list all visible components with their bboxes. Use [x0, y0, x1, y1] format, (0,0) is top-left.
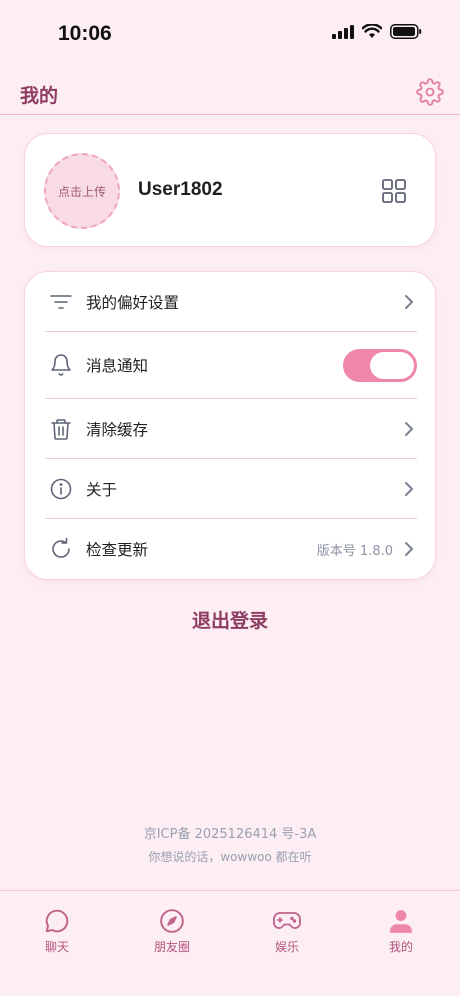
tab-chat[interactable]: 聊天 [17, 907, 97, 955]
tab-moments[interactable]: 朋友圈 [132, 907, 212, 955]
settings-item-notifications: 消息通知 [45, 332, 417, 399]
chevron-right-icon [401, 541, 417, 557]
chevron-right-icon [401, 481, 417, 497]
notifications-toggle[interactable] [343, 348, 417, 382]
settings-item-label: 我的偏好设置 [86, 293, 180, 312]
status-icons [332, 23, 422, 43]
icp-license-text: 京ICP备 2025126414 号-3A [143, 827, 317, 842]
battery-icon [390, 24, 422, 43]
grid-icon [382, 179, 406, 203]
tab-label: 聊天 [44, 940, 69, 954]
chevron-right-icon [401, 294, 417, 310]
username: User1802 [138, 179, 223, 200]
settings-item-label: 清除缓存 [86, 420, 149, 439]
person-icon [387, 907, 415, 935]
tab-label: 娱乐 [274, 940, 299, 954]
status-time: 10:06 [58, 22, 112, 45]
gamepad-icon [273, 907, 301, 935]
qr-code-button[interactable] [381, 178, 407, 204]
version-value: 版本号 1.8.0 [316, 543, 393, 559]
tab-me[interactable]: 我的 [361, 907, 441, 955]
refresh-icon [49, 537, 73, 561]
profile-card: 点击上传 User1802 [24, 133, 436, 247]
compass-icon [158, 907, 186, 935]
settings-button[interactable] [416, 78, 444, 106]
tab-label: 朋友圈 [153, 940, 190, 954]
settings-item-check-update[interactable]: 检查更新 版本号 1.8.0 [45, 519, 417, 579]
settings-item-label: 消息通知 [86, 357, 149, 375]
cellular-signal-icon [332, 24, 354, 43]
bell-icon [49, 353, 73, 377]
settings-item-preferences[interactable]: 我的偏好设置 [45, 272, 417, 332]
wifi-icon [361, 23, 383, 43]
status-bar: 10:06 [0, 0, 460, 68]
settings-item-about[interactable]: 关于 [45, 459, 417, 519]
filter-icon [49, 290, 73, 314]
settings-card: 我的偏好设置 消息通知 清除缓存 关于 检查更新 版本号 1.8.0 [24, 271, 436, 580]
gear-icon [416, 78, 444, 106]
tab-entertainment[interactable]: 娱乐 [247, 907, 327, 955]
header: 我的 [0, 68, 460, 115]
page-title: 我的 [20, 85, 59, 107]
settings-item-clear-cache[interactable]: 清除缓存 [45, 399, 417, 459]
footer-tagline: 你想说的话，wowwoo 都在听 [148, 850, 312, 864]
avatar-upload-label: 点击上传 [57, 184, 106, 199]
chevron-right-icon [401, 421, 417, 437]
settings-item-label: 检查更新 [86, 541, 149, 559]
settings-item-label: 关于 [86, 480, 118, 499]
chat-bubble-icon [43, 907, 71, 935]
avatar-upload[interactable]: 点击上传 [44, 153, 120, 229]
tab-bar: 聊天 朋友圈 娱乐 我的 [0, 890, 460, 996]
trash-icon [49, 417, 73, 441]
info-icon [49, 477, 73, 501]
toggle-knob [370, 351, 414, 379]
logout-button[interactable]: 退出登录 [0, 606, 460, 633]
tab-label: 我的 [388, 940, 413, 954]
